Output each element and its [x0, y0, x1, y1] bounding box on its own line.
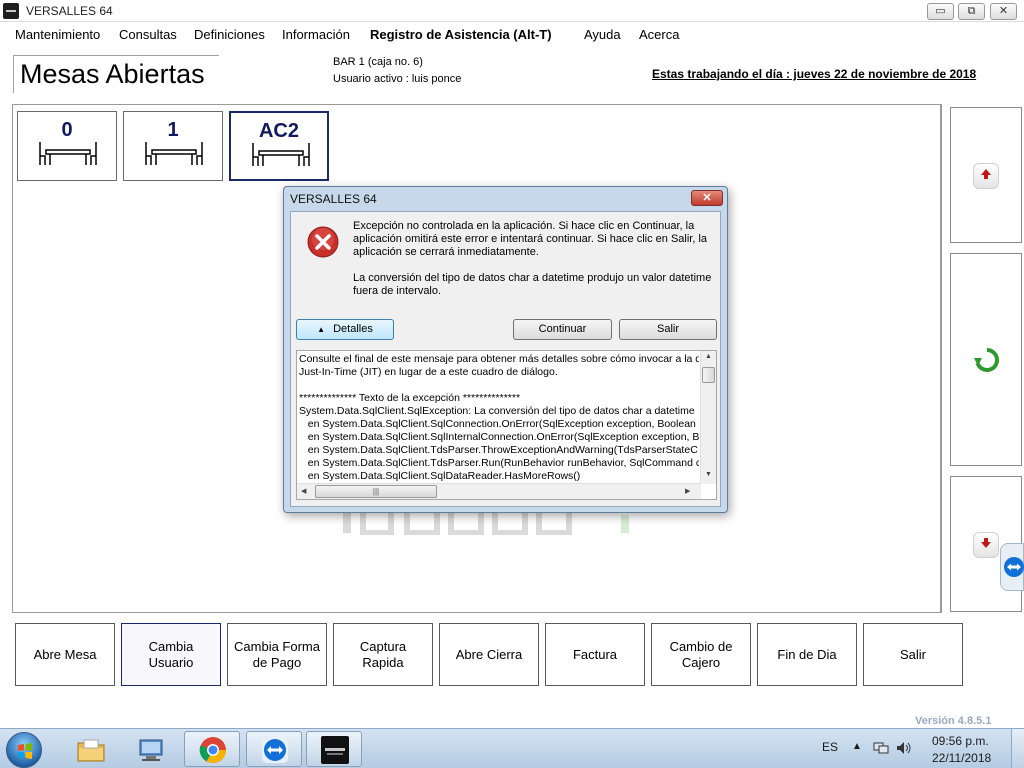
- taskbar-teamviewer[interactable]: [246, 731, 302, 767]
- caja-info: BAR 1 (caja no. 6): [333, 56, 423, 68]
- language-indicator[interactable]: ES: [822, 740, 838, 754]
- scroll-right-arrow-icon[interactable]: ▶: [685, 487, 690, 495]
- continue-button[interactable]: Continuar: [513, 319, 612, 340]
- show-hidden-icons-icon[interactable]: ▲: [852, 741, 862, 752]
- menu-registro-asistencia[interactable]: Registro de Asistencia (Alt-T): [370, 27, 552, 42]
- start-button[interactable]: [6, 732, 42, 768]
- table-tile-ac2[interactable]: AC2: [229, 111, 329, 181]
- abre-cierra-button[interactable]: Abre Cierra: [439, 623, 539, 686]
- menu-ayuda[interactable]: Ayuda: [584, 27, 621, 42]
- dining-table-icon: [145, 142, 203, 165]
- details-vertical-scrollbar[interactable]: ▲ ▼: [700, 351, 716, 484]
- dialog-title: VERSALLES 64: [290, 192, 377, 206]
- scroll-left-arrow-icon[interactable]: ◀: [301, 487, 306, 495]
- table-tile-1[interactable]: 1: [123, 111, 223, 181]
- page-title: Mesas Abiertas: [13, 55, 219, 93]
- window-title: VERSALLES 64: [26, 4, 113, 18]
- salir-button[interactable]: Salir: [863, 623, 963, 686]
- taskbar-chrome[interactable]: [184, 731, 240, 767]
- exception-details-textbox[interactable]: Consulte el final de este mensaje para o…: [296, 350, 717, 500]
- menu-mantenimiento[interactable]: Mantenimiento: [15, 27, 100, 42]
- teamviewer-icon: [262, 737, 288, 763]
- exit-button[interactable]: Salir: [619, 319, 717, 340]
- versalles-icon: [321, 736, 349, 764]
- scroll-down-icon: [973, 532, 999, 558]
- menu-consultas[interactable]: Consultas: [119, 27, 177, 42]
- network-icon[interactable]: [873, 741, 889, 755]
- active-user-info: Usuario activo : luis ponce: [333, 73, 462, 85]
- refresh-button[interactable]: [950, 253, 1022, 466]
- clock-date[interactable]: 22/11/2018: [932, 751, 991, 765]
- menu-acerca[interactable]: Acerca: [639, 27, 679, 42]
- scroll-down-arrow-icon[interactable]: ▼: [705, 471, 712, 478]
- chrome-icon: [199, 737, 227, 764]
- volume-icon[interactable]: [896, 741, 912, 755]
- teamviewer-side-tab[interactable]: [1000, 543, 1024, 591]
- exception-dialog: VERSALLES 64 ✕ Excepción no controlada e…: [283, 186, 728, 513]
- dining-table-icon: [252, 143, 310, 166]
- dialog-title-bar[interactable]: VERSALLES 64 ✕: [284, 187, 727, 211]
- dialog-message: Excepción no controlada en la aplicación…: [353, 220, 708, 258]
- table-tile-0[interactable]: 0: [17, 111, 117, 181]
- menu-informacion[interactable]: Información: [282, 27, 350, 42]
- clock-time[interactable]: 09:56 p.m.: [932, 734, 989, 748]
- refresh-icon: [973, 346, 1000, 372]
- taskbar-versalles[interactable]: [306, 731, 362, 767]
- fin-de-dia-button[interactable]: Fin de Dia: [757, 623, 857, 686]
- scroll-up-button[interactable]: [950, 107, 1022, 243]
- working-date: Estas trabajando el día : jueves 22 de n…: [652, 67, 977, 81]
- details-vertical-thumb[interactable]: [702, 367, 715, 383]
- app-icon: [3, 3, 19, 19]
- folder-icon: [77, 739, 105, 762]
- abre-mesa-button[interactable]: Abre Mesa: [15, 623, 115, 686]
- cambia-forma-de-pago-button[interactable]: Cambia Forma de Pago: [227, 623, 327, 686]
- cambio-de-cajero-button[interactable]: Cambio de Cajero: [651, 623, 751, 686]
- taskbar: ES ▲ 09:56 p.m. 22/11/2018: [0, 728, 1024, 768]
- minimize-button[interactable]: ▭: [927, 3, 954, 20]
- menu-bar: Mantenimiento Consultas Definiciones Inf…: [0, 22, 1024, 46]
- details-toggle-button[interactable]: ▲ Detalles: [296, 319, 394, 340]
- error-icon: [307, 226, 339, 258]
- details-horizontal-thumb[interactable]: |||: [315, 485, 437, 498]
- collapse-arrow-icon: ▲: [317, 325, 326, 334]
- close-button[interactable]: ✕: [990, 3, 1017, 20]
- dialog-close-button[interactable]: ✕: [691, 190, 723, 206]
- windows-logo-icon: [18, 743, 32, 759]
- dining-table-icon: [39, 142, 97, 165]
- maximize-button[interactable]: ⧉: [958, 3, 985, 20]
- version-label: Versión 4.8.5.1: [915, 715, 992, 727]
- show-desktop-button[interactable]: [1011, 729, 1024, 768]
- dialog-error-summary: La conversión del tipo de datos char a d…: [353, 272, 712, 297]
- teamviewer-icon: [1004, 557, 1024, 577]
- exception-details-text: Consulte el final de este mensaje para o…: [299, 353, 699, 482]
- details-horizontal-scrollbar[interactable]: ◀ ||| ▶: [297, 483, 701, 499]
- scroll-up-icon: [973, 163, 999, 189]
- captura-rapida-button[interactable]: Captura Rapida: [333, 623, 433, 686]
- remote-desktop-icon: [139, 739, 163, 761]
- taskbar-explorer[interactable]: [62, 731, 118, 767]
- scroll-up-arrow-icon[interactable]: ▲: [705, 353, 712, 360]
- menu-definiciones[interactable]: Definiciones: [194, 27, 265, 42]
- details-button-label: Detalles: [333, 323, 373, 335]
- dialog-body: Excepción no controlada en la aplicación…: [290, 211, 721, 507]
- cambia-usuario-button[interactable]: Cambia Usuario: [121, 623, 221, 686]
- factura-button[interactable]: Factura: [545, 623, 645, 686]
- taskbar-remote-desktop[interactable]: [122, 731, 178, 767]
- window-title-bar[interactable]: VERSALLES 64 ▭ ⧉ ✕: [0, 0, 1024, 22]
